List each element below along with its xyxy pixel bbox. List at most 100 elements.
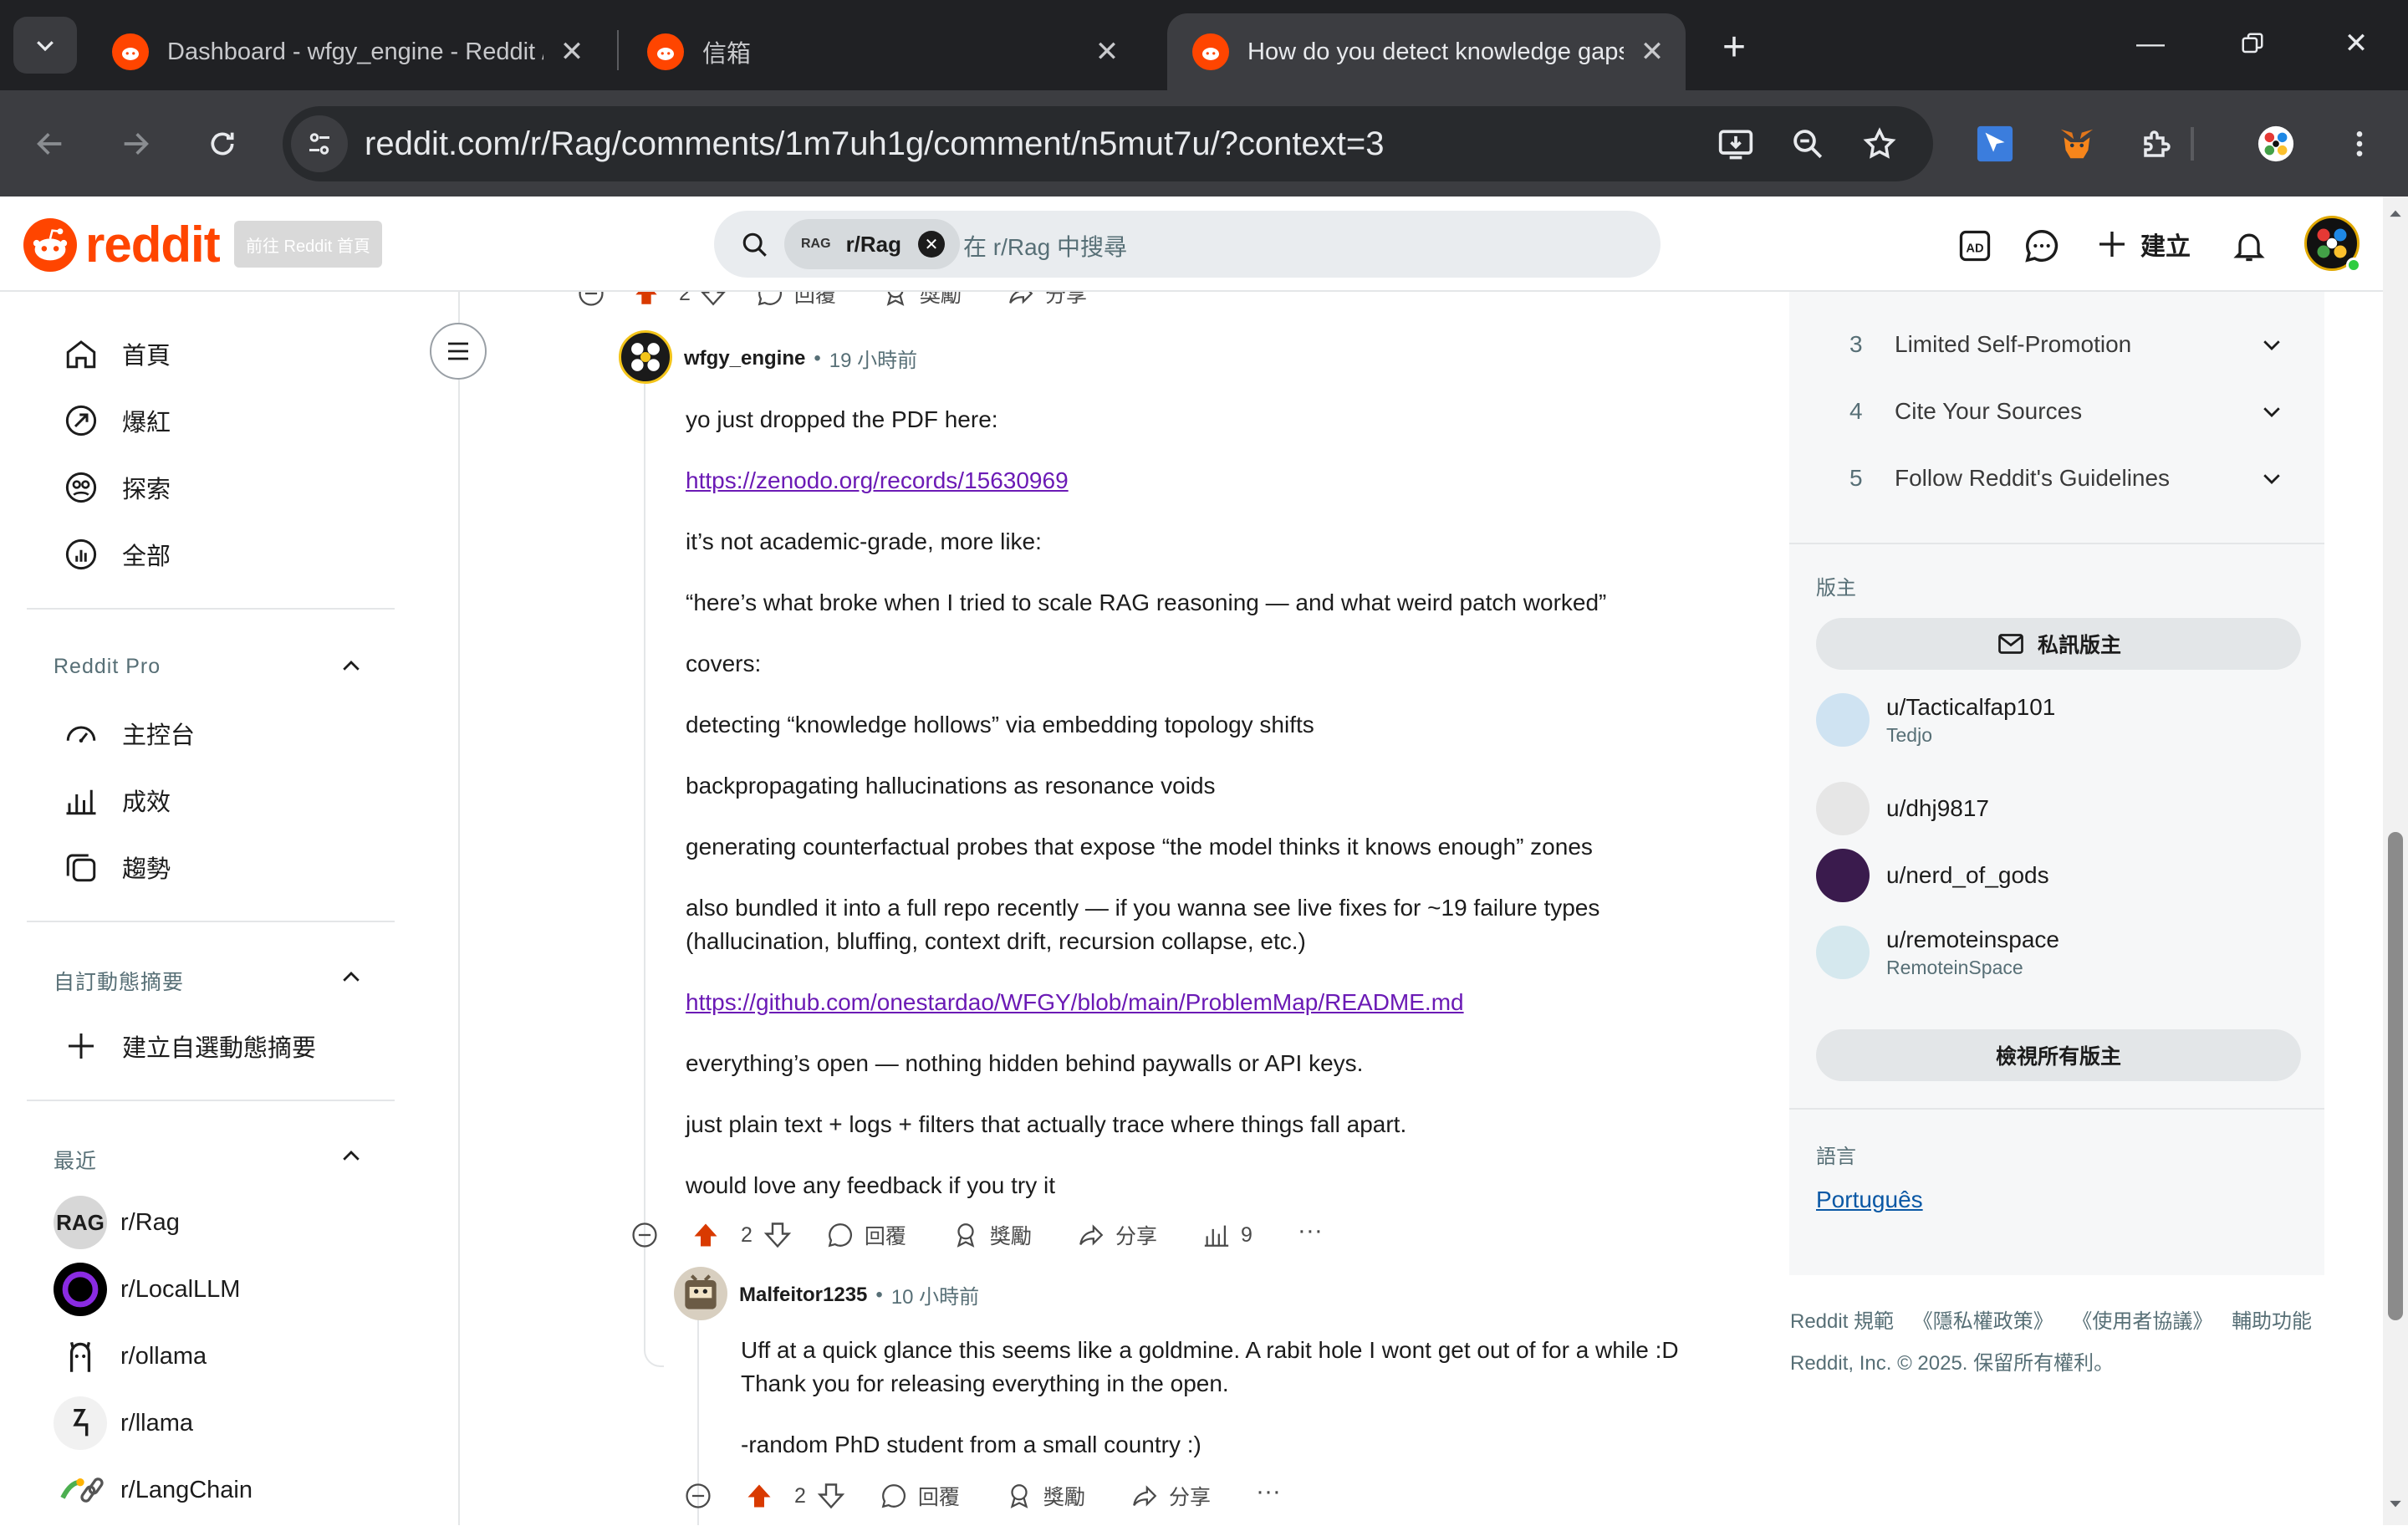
extensions-button[interactable] — [2130, 117, 2184, 171]
sidebar-item-localllm[interactable]: r/LocalLLM — [54, 1263, 240, 1316]
sidebar-item-trends[interactable]: 趨勢 — [62, 842, 171, 892]
sidebar-item-ollama[interactable]: r/ollama — [54, 1330, 207, 1383]
share-button[interactable]: 分享 — [1077, 1220, 1157, 1250]
metamask-extension-button[interactable] — [2050, 117, 2104, 171]
chevron-up-icon[interactable] — [334, 650, 368, 683]
view-all-mods-label: 檢視所有版主 — [1995, 1045, 2121, 1069]
moderator-item[interactable]: u/dhj9817 — [1816, 782, 1989, 835]
collapse-comment-button[interactable] — [630, 1221, 669, 1249]
downvote-icon[interactable] — [816, 1481, 846, 1511]
sidebar-item-home[interactable]: 首頁 — [62, 329, 171, 379]
footer-link-agreement[interactable]: 《使用者協議》 — [2072, 1310, 2212, 1333]
sidebar-item-llama[interactable]: r/llama — [54, 1396, 193, 1450]
sidebar-item-explore[interactable]: 探索 — [62, 462, 171, 513]
remove-chip-icon[interactable]: ✕ — [918, 231, 946, 258]
reddit-pro-heading[interactable]: Reddit Pro — [54, 655, 161, 679]
award-button[interactable]: 獎勵 — [1005, 1481, 1085, 1511]
back-button[interactable] — [23, 117, 77, 171]
insights-button[interactable]: 9 — [1202, 1221, 1252, 1249]
close-tab-icon[interactable]: ✕ — [1090, 35, 1124, 69]
sidebar-item-all[interactable]: 全部 — [62, 529, 171, 579]
footer-link-accessibility[interactable]: 輔助功能 — [2232, 1310, 2312, 1333]
view-all-mods-button[interactable]: 檢視所有版主 — [1816, 1029, 2301, 1081]
zoom-button[interactable] — [1781, 117, 1834, 171]
moderator-item[interactable]: u/nerd_of_gods — [1816, 849, 2049, 902]
sidebar-item-performance[interactable]: 成效 — [62, 775, 171, 825]
scrollbar-thumb[interactable] — [2388, 832, 2403, 1320]
reload-button[interactable] — [196, 117, 249, 171]
recent-heading[interactable]: 最近 — [54, 1145, 97, 1175]
zenodo-link[interactable]: https://zenodo.org/records/15630969 — [686, 467, 1069, 493]
reply-button[interactable]: 回覆 — [826, 1220, 906, 1250]
rule-item[interactable]: 3 Limited Self-Promotion — [1849, 324, 2284, 365]
tab-current-post[interactable]: How do you detect knowledge gaps ✕ — [1167, 13, 1686, 90]
downvote-icon[interactable] — [699, 292, 727, 308]
reply-button[interactable]: 回覆 — [756, 292, 836, 309]
moderator-item[interactable]: u/remoteinspace RemoteinSpace — [1816, 926, 2059, 979]
tab-dashboard[interactable]: Dashboard - wfgy_engine - Reddit / ✕ — [87, 13, 605, 90]
create-custom-feed-button[interactable]: 建立自選動態摘要 — [62, 1021, 316, 1071]
moderator-item[interactable]: u/Tacticalfap101 Tedjo — [1816, 693, 2055, 747]
downvote-icon[interactable] — [763, 1220, 793, 1250]
chat-button[interactable] — [2018, 222, 2065, 269]
create-post-button[interactable]: 建立 — [2095, 221, 2191, 268]
sidebar-item-dashboard[interactable]: 主控台 — [62, 708, 195, 758]
rule-item[interactable]: 4 Cite Your Sources — [1849, 390, 2284, 432]
message-mods-button[interactable]: 私訊版主 — [1816, 618, 2301, 670]
collapse-comment-button[interactable] — [684, 1482, 722, 1510]
award-button[interactable]: 獎勵 — [881, 292, 962, 309]
language-link[interactable]: Português — [1816, 1187, 1923, 1213]
subreddit-search-chip[interactable]: RAG r/Rag ✕ — [784, 219, 961, 269]
close-tab-icon[interactable]: ✕ — [1635, 35, 1669, 69]
more-options-button[interactable]: ··· — [1298, 1217, 1323, 1245]
comment-author-avatar[interactable] — [619, 330, 672, 384]
reddit-logo[interactable]: reddit — [23, 216, 221, 273]
sidebar-item-langchain[interactable]: r/LangChain — [54, 1463, 253, 1517]
reply-time[interactable]: 10 小時前 — [891, 1280, 979, 1309]
github-link[interactable]: https://github.com/onestardao/WFGY/blob/… — [686, 989, 1464, 1015]
more-options-button[interactable]: ··· — [1132, 292, 1157, 304]
chevron-up-icon[interactable] — [334, 961, 368, 994]
award-button[interactable]: 獎勵 — [951, 1220, 1032, 1250]
upvote-icon[interactable] — [632, 292, 661, 308]
tab-search-button[interactable] — [13, 17, 77, 74]
sidebar-item-popular[interactable]: 爆紅 — [62, 396, 171, 446]
more-options-button[interactable]: ··· — [1256, 1478, 1281, 1506]
footer-link-rules[interactable]: Reddit 規範 — [1790, 1310, 1894, 1333]
close-tab-icon[interactable]: ✕ — [555, 35, 589, 69]
sidebar-item-rag[interactable]: RAG r/Rag — [54, 1196, 180, 1249]
upvote-icon[interactable] — [691, 1220, 721, 1250]
profile-button[interactable] — [2249, 117, 2303, 171]
close-window-button[interactable]: ✕ — [2323, 17, 2390, 70]
comment-time[interactable]: 19 小時前 — [829, 344, 917, 373]
minimize-button[interactable]: — — [2117, 17, 2184, 70]
footer-link-privacy[interactable]: 《隱私權政策》 — [1913, 1310, 2053, 1333]
share-button[interactable]: 分享 — [1130, 1481, 1211, 1511]
share-button[interactable]: 分享 — [1007, 292, 1087, 309]
url-text[interactable]: reddit.com/r/Rag/comments/1m7uh1g/commen… — [365, 120, 1385, 167]
collapse-thread-button[interactable] — [577, 292, 615, 308]
restore-button[interactable] — [2219, 17, 2286, 70]
reply-author-avatar[interactable] — [674, 1267, 727, 1320]
bookmark-button[interactable] — [1853, 117, 1906, 171]
new-tab-button[interactable]: + — [1707, 20, 1761, 74]
tab-inbox[interactable]: 信箱 ✕ — [622, 13, 1140, 90]
custom-feeds-heading[interactable]: 自訂動態摘要 — [54, 966, 184, 996]
extension-1-button[interactable] — [1968, 117, 2022, 171]
notifications-button[interactable] — [2226, 222, 2273, 269]
browser-menu-button[interactable] — [2333, 117, 2386, 171]
scroll-down-icon[interactable] — [2387, 1496, 2404, 1513]
rule-item[interactable]: 5 Follow Reddit's Guidelines — [1849, 457, 2284, 499]
advertise-button[interactable]: AD — [1951, 222, 1998, 269]
upvote-icon[interactable] — [744, 1481, 774, 1511]
reply-button[interactable]: 回覆 — [880, 1481, 960, 1511]
page-scrollbar[interactable] — [2383, 196, 2408, 1525]
site-info-button[interactable] — [291, 115, 348, 172]
scroll-up-icon[interactable] — [2387, 205, 2404, 222]
comment-author[interactable]: wfgy_engine — [684, 347, 805, 370]
chevron-up-icon[interactable] — [334, 1140, 368, 1173]
install-app-button[interactable] — [1709, 117, 1763, 171]
search-bar[interactable]: RAG r/Rag ✕ 在 r/Rag 中搜尋 — [714, 211, 1661, 278]
reply-author[interactable]: Malfeitor1235 — [739, 1284, 867, 1307]
forward-button[interactable] — [109, 117, 162, 171]
